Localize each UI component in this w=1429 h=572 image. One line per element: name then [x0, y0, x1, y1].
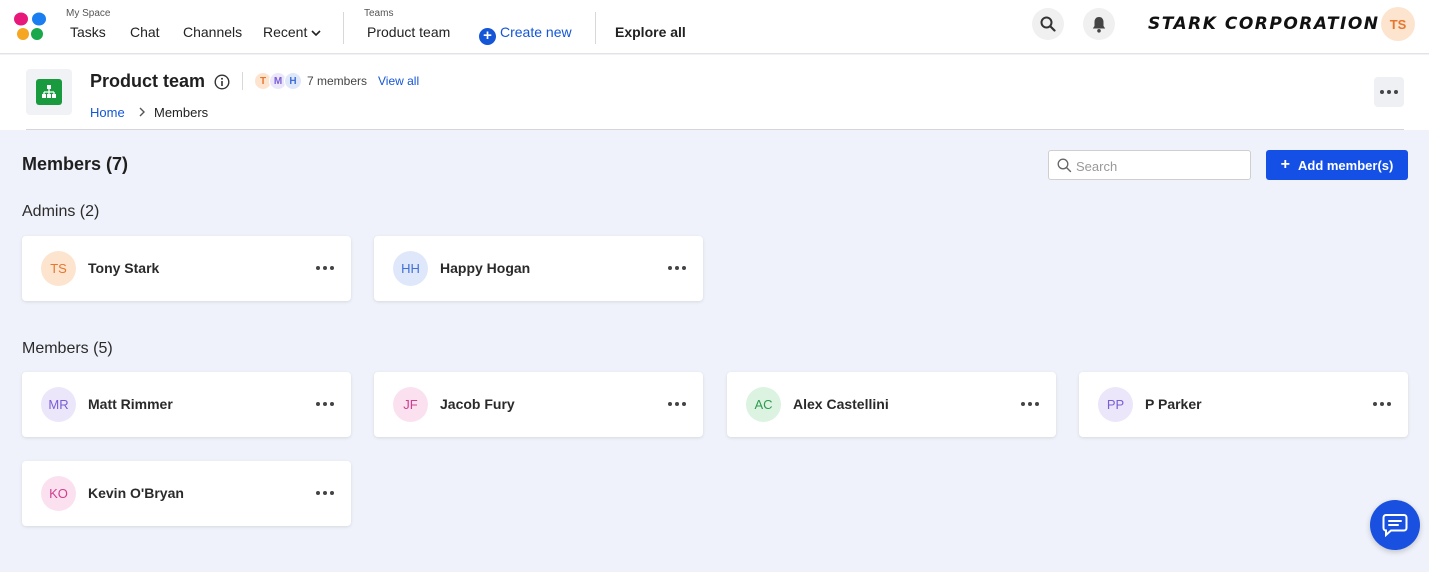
org-chart-icon — [42, 85, 56, 98]
chat-support-button[interactable] — [1370, 500, 1420, 550]
more-horizontal-icon — [316, 402, 334, 406]
page-title: Members (7) — [22, 154, 129, 174]
admins-section-title: Admins (2) — [22, 203, 100, 220]
member-name: Happy Hogan — [440, 260, 531, 276]
member-options-button[interactable] — [666, 396, 688, 412]
notifications-button[interactable] — [1083, 8, 1115, 40]
nav-product-team[interactable]: Product team — [367, 24, 450, 40]
breadcrumb-home[interactable]: Home — [90, 105, 125, 120]
search-input[interactable] — [1076, 156, 1246, 176]
more-horizontal-icon — [316, 491, 334, 495]
member-count: 7 members — [307, 74, 368, 88]
more-horizontal-icon — [1373, 402, 1391, 406]
member-options-button[interactable] — [314, 485, 336, 501]
more-horizontal-icon — [668, 266, 686, 270]
top-nav: My Space Tasks Chat Channels Recent Team… — [0, 0, 1429, 54]
teams-label: Teams — [364, 8, 394, 19]
header-divider — [242, 72, 243, 90]
plus-circle-icon: + — [479, 28, 496, 45]
avatar: HH — [393, 251, 428, 286]
my-space-label: My Space — [66, 8, 111, 19]
nav-explore-all[interactable]: Explore all — [615, 24, 686, 40]
user-avatar[interactable]: TS — [1381, 7, 1415, 41]
nav-recent[interactable]: Recent — [263, 24, 321, 40]
member-card[interactable]: AC Alex Castellini — [727, 372, 1056, 437]
breadcrumb-current: Members — [154, 105, 209, 120]
team-title: Product team — [90, 71, 206, 91]
search-icon — [1040, 16, 1056, 32]
company-brand-logo: STARK CORPORATION — [1148, 14, 1380, 34]
info-icon[interactable] — [214, 74, 230, 90]
member-card[interactable]: PP P Parker — [1079, 372, 1408, 437]
chevron-right-icon — [139, 107, 145, 117]
member-card[interactable]: TS Tony Stark — [22, 236, 351, 301]
member-card[interactable]: JF Jacob Fury — [374, 372, 703, 437]
team-icon — [26, 69, 72, 115]
member-name: P Parker — [1145, 396, 1202, 412]
app-logo-icon[interactable] — [13, 10, 47, 42]
member-avatar-stack[interactable]: T M H — [254, 72, 302, 90]
chevron-down-icon — [311, 30, 321, 36]
member-options-button[interactable] — [666, 260, 688, 276]
team-header: Product team T M H 7 members View all Ho… — [0, 55, 1429, 130]
team-more-button[interactable] — [1374, 77, 1404, 107]
avatar: PP — [1098, 387, 1133, 422]
nav-divider — [343, 12, 344, 44]
member-options-button[interactable] — [1019, 396, 1041, 412]
member-options-button[interactable] — [314, 396, 336, 412]
nav-tasks[interactable]: Tasks — [70, 24, 106, 40]
more-horizontal-icon — [1380, 90, 1398, 94]
avatar: JF — [393, 387, 428, 422]
nav-channels[interactable]: Channels — [183, 24, 242, 40]
avatar: TS — [41, 251, 76, 286]
mini-avatar: H — [284, 72, 302, 90]
header-bottom-divider — [26, 129, 1404, 130]
member-card[interactable]: KO Kevin O'Bryan — [22, 461, 351, 526]
member-name: Tony Stark — [88, 260, 160, 276]
view-all-link[interactable]: View all — [378, 74, 419, 88]
avatar: MR — [41, 387, 76, 422]
add-members-label: Add member(s) — [1297, 157, 1394, 173]
create-new-label: Create new — [500, 24, 572, 40]
member-name: Matt Rimmer — [88, 396, 173, 412]
search-icon — [1057, 158, 1072, 173]
nav-chat[interactable]: Chat — [130, 24, 160, 40]
member-name: Alex Castellini — [793, 396, 889, 412]
more-horizontal-icon — [668, 402, 686, 406]
nav-recent-label: Recent — [263, 24, 308, 40]
member-card[interactable]: MR Matt Rimmer — [22, 372, 351, 437]
avatar: AC — [746, 387, 781, 422]
member-card[interactable]: HH Happy Hogan — [374, 236, 703, 301]
members-section-title: Members (5) — [22, 340, 113, 357]
member-options-button[interactable] — [314, 260, 336, 276]
avatar: KO — [41, 476, 76, 511]
member-search-field[interactable] — [1048, 150, 1251, 180]
member-options-button[interactable] — [1371, 396, 1393, 412]
add-members-button[interactable]: + Add member(s) — [1266, 150, 1408, 180]
plus-icon: + — [1280, 156, 1290, 173]
member-name: Jacob Fury — [440, 396, 515, 412]
create-new-button[interactable]: + Create new — [479, 24, 572, 45]
chat-bubble-icon — [1382, 514, 1408, 537]
search-button[interactable] — [1032, 8, 1064, 40]
nav-divider — [595, 12, 596, 44]
more-horizontal-icon — [316, 266, 334, 270]
more-horizontal-icon — [1021, 402, 1039, 406]
member-name: Kevin O'Bryan — [88, 485, 184, 501]
bell-icon — [1092, 16, 1106, 33]
